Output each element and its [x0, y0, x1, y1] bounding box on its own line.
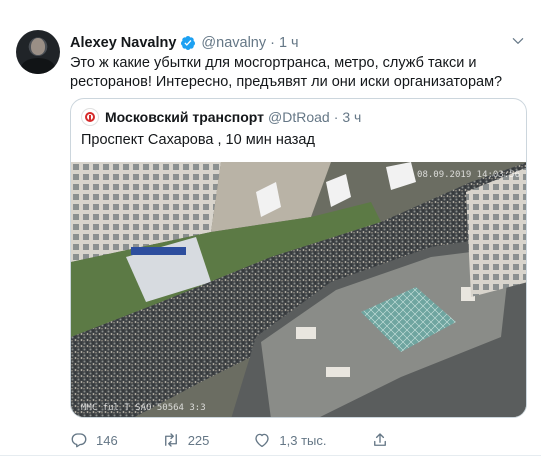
like-icon: [255, 433, 270, 448]
author-handle[interactable]: @navalny: [201, 35, 266, 51]
retweet-button[interactable]: 225: [162, 431, 210, 449]
quoted-tweet-text: Проспект Сахарова , 10 мин назад: [81, 132, 315, 148]
tweet[interactable]: Alexey Navalny @navalny · 1 ч Это ж каки…: [0, 0, 541, 456]
quoted-avatar: [81, 108, 99, 126]
retweet-count: 225: [187, 432, 210, 448]
quoted-author-handle: @DtRoad: [268, 109, 330, 125]
tweet-text: Это ж какие убытки для мосгортранса, мет…: [70, 55, 503, 90]
quoted-tweet-header: Московский транспорт @DtRoad · 3 ч: [81, 108, 361, 126]
reply-button[interactable]: 146: [70, 431, 118, 449]
share-button[interactable]: [371, 431, 397, 449]
photo-timestamp-watermark: 08.09.2019 14:03:56: [417, 170, 520, 180]
author-name[interactable]: Alexey Navalny: [70, 35, 176, 51]
quoted-tweet-time: 3 ч: [342, 109, 362, 125]
tweet-actions: 146 225 1,3 тыс.: [70, 430, 397, 450]
tweet-time[interactable]: 1 ч: [279, 35, 299, 51]
chevron-down-icon[interactable]: [511, 34, 525, 48]
reply-count: 146: [96, 432, 118, 448]
quoted-photo[interactable]: 08.09.2019 14:03:56 MMC_ful T SAO 50564 …: [71, 162, 526, 417]
retweet-icon: [164, 433, 177, 447]
quoted-separator-dot: ·: [333, 109, 339, 125]
photo-camera-watermark: MMC_ful T SAO 50564 3:3: [81, 403, 206, 413]
tweet-header: Alexey Navalny @navalny · 1 ч: [70, 33, 299, 53]
share-icon: [373, 433, 386, 446]
separator-dot: ·: [270, 35, 275, 51]
reply-icon: [71, 433, 87, 448]
quoted-tweet[interactable]: Московский транспорт @DtRoad · 3 ч Просп…: [70, 98, 527, 418]
like-count: 1,3 тыс.: [279, 432, 327, 448]
like-button[interactable]: 1,3 тыс.: [253, 431, 327, 449]
verified-badge-icon: [181, 36, 196, 50]
avatar[interactable]: [16, 30, 60, 74]
crowd-aerial-photo: [71, 162, 526, 417]
quoted-author-name: Московский транспорт: [105, 109, 265, 125]
